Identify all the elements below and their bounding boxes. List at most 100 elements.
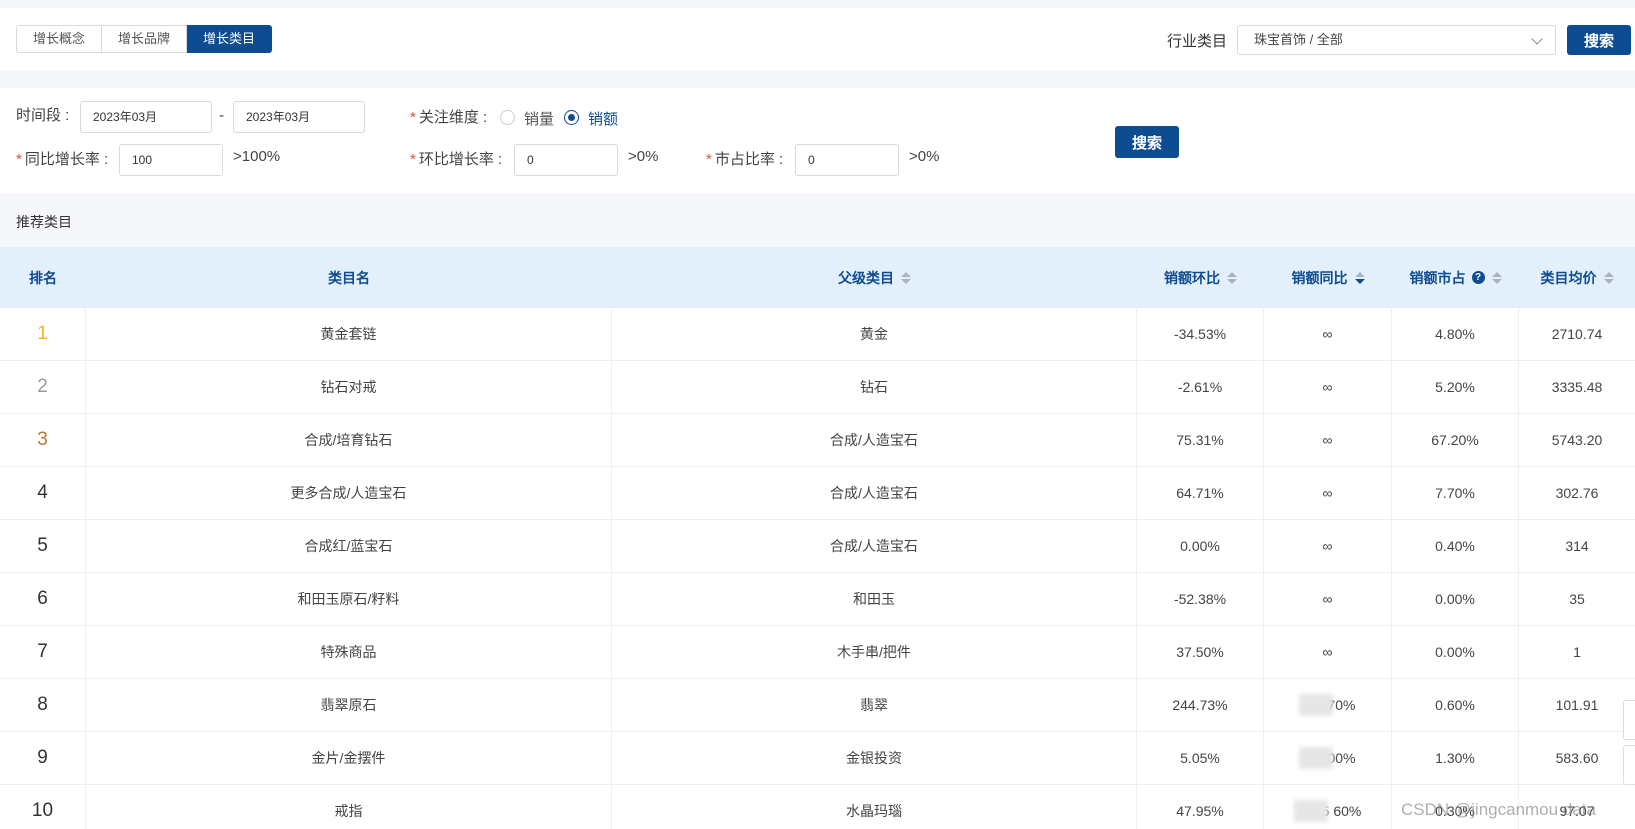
radio-volume[interactable] [500, 110, 515, 125]
sort-icon[interactable] [1603, 271, 1614, 284]
share-label: * 市占比率 : [706, 148, 783, 169]
rank-number: 9 [37, 747, 48, 768]
cell-name: 合成红/蓝宝石 [86, 520, 612, 572]
cell-mom: -2.61% [1137, 361, 1264, 413]
rank-number: 1 [37, 323, 48, 344]
table-row[interactable]: 3 合成/培育钻石 合成/人造宝石 75.31% ∞ 67.20% 5743.20 [0, 414, 1635, 467]
table-row[interactable]: 5 合成红/蓝宝石 合成/人造宝石 0.00% ∞ 0.40% 314 [0, 520, 1635, 573]
table-row[interactable]: 2 钻石对戒 钻石 -2.61% ∞ 5.20% 3335.48 [0, 361, 1635, 414]
cell-yoy: ∞ [1264, 520, 1392, 572]
cell-avg: 2710.74 [1551, 326, 1603, 342]
cell-parent: 合成/人造宝石 [612, 520, 1137, 572]
cell-avg: 101.91 [1555, 697, 1599, 713]
cell-rank: 7 [0, 626, 86, 678]
cell-rank: 2 [0, 361, 86, 413]
cell-rank: 3 [0, 414, 86, 466]
cell-yoy: 70% [1264, 679, 1392, 731]
cell-avg: 583.60 [1555, 750, 1599, 766]
help-icon[interactable]: ? [1471, 271, 1485, 284]
cell-rank: 5 [0, 520, 86, 572]
cell-mom: 0.00% [1137, 520, 1264, 572]
header-share-label: 销额市占 [1409, 269, 1466, 286]
cell-parent: 水晶玛瑙 [612, 785, 1137, 829]
cell-yoy: ∞ [1264, 626, 1392, 678]
end-month-input[interactable]: 2023年03月 [233, 101, 365, 133]
header-rank: 排名 [0, 247, 86, 308]
section-title: 推荐类目 [16, 214, 72, 230]
share-input[interactable]: 0 [795, 144, 899, 176]
table-row[interactable]: 9 金片/金摆件 金银投资 5.05% 00% 1.30% 583.60 [0, 732, 1635, 785]
cell-parent: 合成/人造宝石 [612, 414, 1137, 466]
watermark: CSDN @jingcanmou data [1401, 800, 1596, 819]
header-mom-label: 销额环比 [1164, 269, 1220, 286]
sort-icon[interactable] [901, 271, 911, 284]
cell-mom: 5.05% [1137, 732, 1264, 784]
sort-icon[interactable] [1227, 271, 1237, 284]
table-row[interactable]: 1 黄金套链 黄金 -34.53% ∞ 4.80% 2710.74 [0, 308, 1635, 361]
table-row[interactable]: 6 和田玉原石/籽料 和田玉 -52.38% ∞ 0.00% 35 [0, 573, 1635, 626]
dimension-label-text: 关注维度 : [418, 109, 488, 126]
header-mom[interactable]: 销额环比 [1137, 247, 1264, 308]
cell-yoy-value: ∞ [1322, 326, 1333, 342]
industry-search-button[interactable]: 搜索 [1567, 25, 1631, 55]
cell-yoy: ∞ [1264, 573, 1392, 625]
table-row[interactable]: 7 特殊商品 木手串/把件 37.50% ∞ 0.00% 1 [0, 626, 1635, 679]
cell-name: 黄金套链 [86, 308, 612, 360]
table-row[interactable]: 4 更多合成/人造宝石 合成/人造宝石 64.71% ∞ 7.70% 302.76 [0, 467, 1635, 520]
growth-tabs: 增长概念 增长品牌 增长类目 [16, 25, 273, 53]
blur-mask [1293, 800, 1328, 822]
start-month-input[interactable]: 2023年03月 [80, 101, 212, 133]
tab-growth-brand[interactable]: 增长品牌 [102, 25, 188, 53]
tab-growth-category[interactable]: 增长类目 [187, 25, 273, 53]
period-label: 时间段 : [16, 107, 70, 124]
rank-number: 4 [37, 482, 48, 503]
header-parent[interactable]: 父级类目 [612, 247, 1137, 308]
cell-yoy-value: ∞ [1322, 432, 1333, 448]
mom-input[interactable]: 0 [514, 144, 618, 176]
header-avg[interactable]: 类目均价 [1519, 247, 1635, 308]
cell-rank: 9 [0, 732, 86, 784]
cell-name: 金片/金摆件 [86, 732, 612, 784]
side-tab[interactable] [1623, 745, 1635, 785]
cell-rank: 10 [0, 785, 86, 829]
cell-avg: 302.76 [1555, 485, 1599, 501]
cell-yoy: ∞ [1264, 361, 1392, 413]
cell-share: 7.70% [1392, 467, 1519, 519]
cell-name: 合成/培育钻石 [86, 414, 612, 466]
tab-growth-concept[interactable]: 增长概念 [16, 25, 103, 53]
radio-volume-label[interactable]: 销量 [524, 108, 554, 129]
category-table: 排名 类目名 父级类目 销额环比 销额同比 销额市占? 类目均价 1 黄金套链 黄金… [0, 247, 1635, 829]
yoy-input[interactable]: 100 [119, 144, 223, 176]
share-label-text: 市占比率 : [714, 151, 784, 168]
cell-parent: 合成/人造宝石 [612, 467, 1137, 519]
blur-mask [1299, 747, 1334, 769]
header-yoy-label: 销额同比 [1291, 269, 1348, 286]
table-row[interactable]: 8 翡翠原石 翡翠 244.73% 70% 0.60% 101.91 [0, 679, 1635, 732]
table-row[interactable]: 10 戒指 水晶玛瑙 47.95% 5 60% 0.30% 97.07 [0, 785, 1635, 829]
cell-avg: 35 [1569, 591, 1585, 607]
header-share[interactable]: 销额市占? [1392, 247, 1519, 308]
chevron-down-icon [1531, 33, 1543, 45]
sort-desc-active-icon[interactable] [1354, 271, 1365, 284]
cell-name: 戒指 [86, 785, 612, 829]
side-tab[interactable] [1623, 700, 1635, 740]
sort-icon[interactable] [1491, 271, 1502, 284]
required-mark: * [16, 151, 22, 168]
cell-yoy: ∞ [1264, 308, 1392, 360]
radio-amount-label[interactable]: 销额 [588, 108, 618, 129]
cell-parent: 钻石 [612, 361, 1137, 413]
cell-avg: 1 [1573, 644, 1581, 660]
required-mark: * [410, 151, 416, 168]
cell-rank: 6 [0, 573, 86, 625]
header-yoy[interactable]: 销额同比 [1264, 247, 1392, 308]
cell-parent: 金银投资 [612, 732, 1137, 784]
yoy-label-text: 同比增长率 : [24, 151, 109, 168]
industry-select[interactable]: 珠宝首饰 / 全部 [1237, 25, 1556, 55]
cell-avg: 3335.48 [1551, 379, 1603, 395]
yoy-label: * 同比增长率 : [16, 148, 108, 169]
cell-name: 钻石对戒 [86, 361, 612, 413]
filter-search-button[interactable]: 搜索 [1115, 126, 1179, 158]
rank-number: 5 [37, 535, 48, 556]
cell-rank: 1 [0, 308, 86, 360]
radio-amount[interactable] [564, 110, 579, 125]
